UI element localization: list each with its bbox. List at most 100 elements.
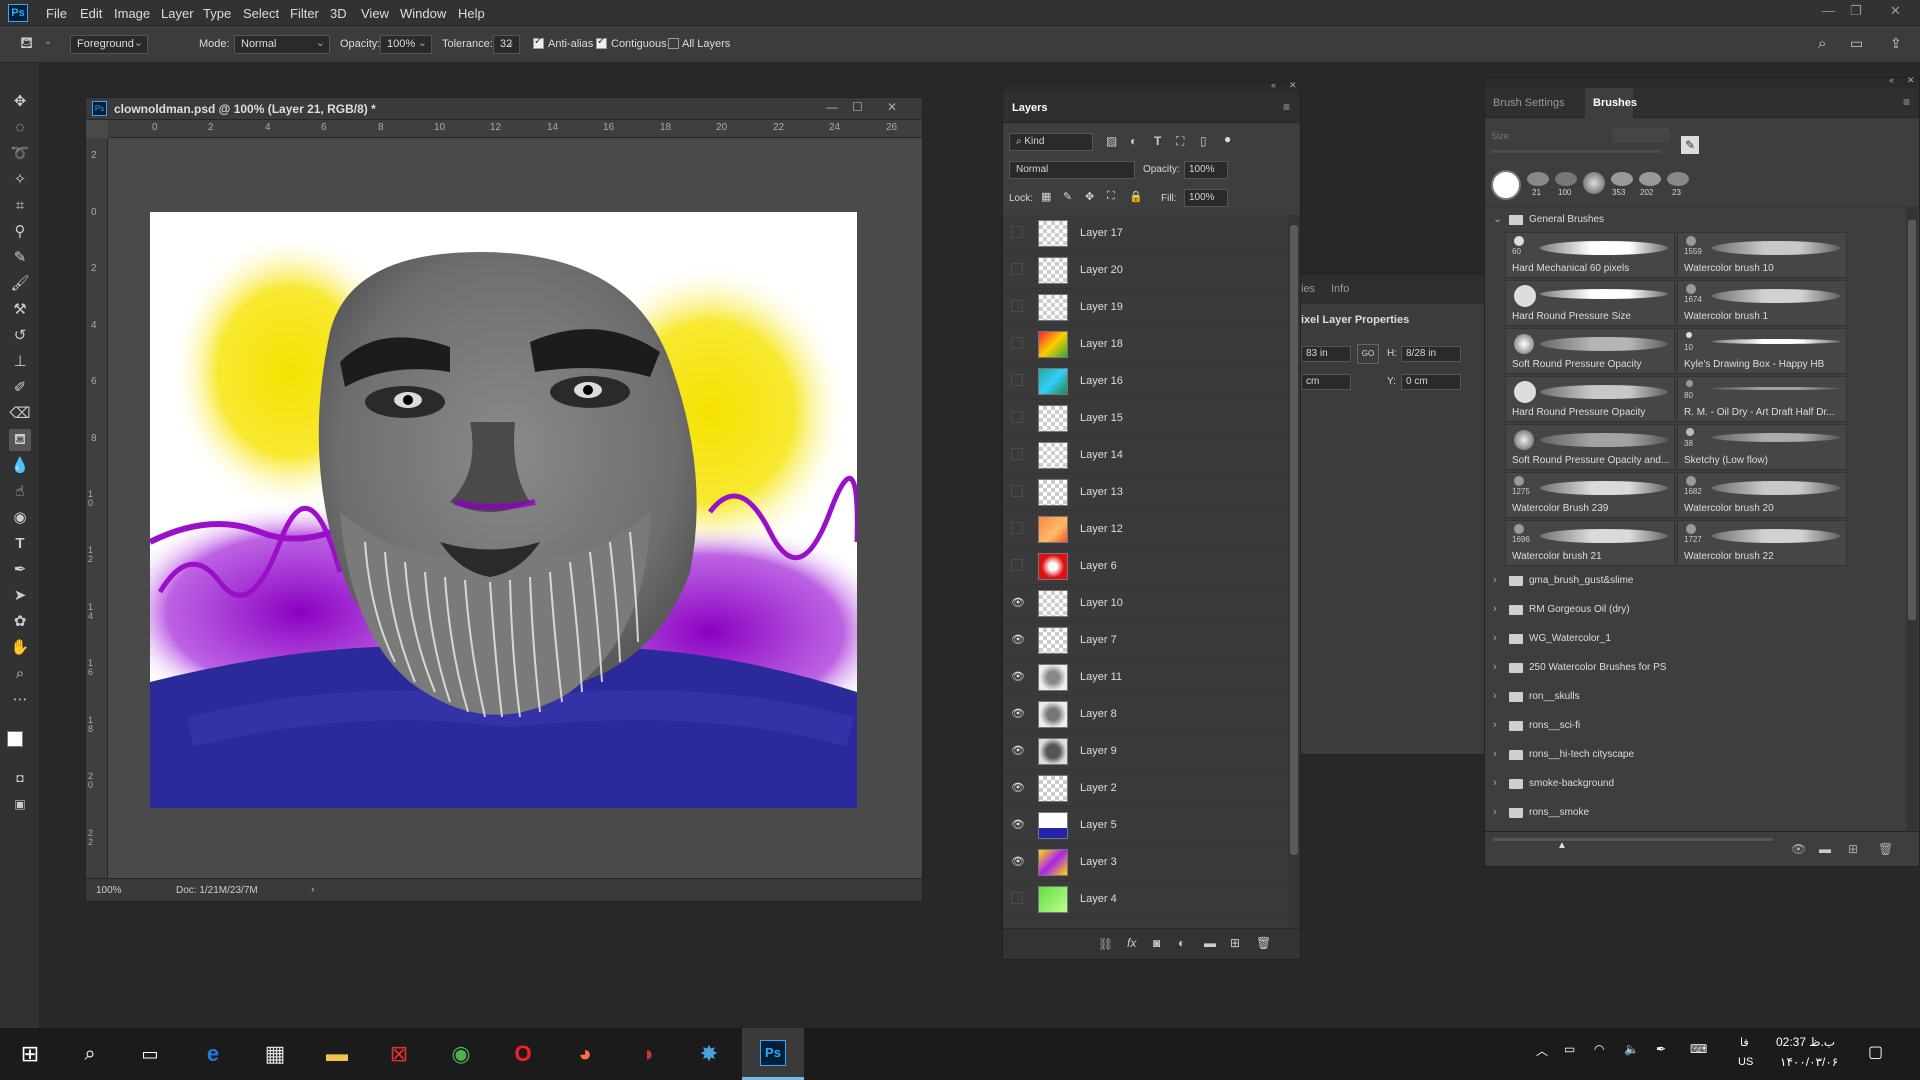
slider-handle-icon[interactable]: ▲ [1557,840,1567,851]
hand-tool-icon[interactable]: ✋ [9,637,31,659]
layer-row[interactable]: Layer 4 [1003,881,1288,918]
brush-folder[interactable]: › WG_Watercolor_1 [1485,625,1903,654]
filter-type-icon[interactable]: T [1154,134,1161,148]
brush-item[interactable]: 1727 Watercolor brush 22 [1677,520,1847,566]
type-tool-icon[interactable]: T [9,533,31,555]
fill-source-select[interactable]: Foreground [70,35,148,54]
language-top[interactable]: فا [1740,1036,1749,1049]
doc-maximize-icon[interactable]: ☐ [852,100,863,114]
eyedropper-tool-icon[interactable]: ⚲ [9,221,31,243]
contiguous-checkbox[interactable] [596,36,607,49]
close-panel-icon[interactable]: ✕ [1289,80,1297,91]
paint-bucket-icon[interactable]: ⛾ [20,34,33,54]
new-group-icon[interactable]: ▬ [1204,936,1216,950]
chevron-right-icon[interactable]: › [1493,806,1497,818]
filter-toggle-icon[interactable]: ● [1224,132,1231,146]
layer-row[interactable]: Layer 20 [1003,252,1288,289]
visibility-toggle[interactable] [1011,448,1023,460]
language-bottom[interactable]: US [1738,1056,1753,1068]
lock-pixels-icon[interactable]: ✎ [1063,190,1072,203]
visibility-toggle[interactable] [1011,411,1023,423]
fill-input[interactable]: 100% [1184,189,1228,207]
add-mask-icon[interactable]: ◙ [1153,936,1160,950]
all-layers-checkbox[interactable] [668,38,679,49]
menu-type[interactable]: Type [203,6,231,21]
panel-menu-icon[interactable]: ≡ [1283,100,1290,114]
width-input[interactable]: 83 in [1301,346,1351,362]
visibility-toggle[interactable] [1011,522,1023,534]
edge-icon[interactable]: e [197,1038,229,1070]
eye-icon[interactable]: 👁 [1011,744,1025,758]
chevron-right-icon[interactable]: › [1493,690,1497,702]
layer-opacity-input[interactable]: 100% [1184,161,1228,179]
quick-mask-icon[interactable]: ◘ [9,767,31,789]
opera-icon[interactable]: O [507,1038,539,1070]
notification-icon[interactable]: ▢ [1868,1042,1883,1062]
link-icon[interactable]: GO [1357,344,1379,364]
tab-properties[interactable]: ies [1301,283,1315,295]
foreground-color-swatch[interactable] [7,731,23,747]
visibility-toggle[interactable] [1011,263,1023,275]
brush-folder[interactable]: › rons__smoke [1485,799,1903,828]
clock-time[interactable]: 02:37 ب.ظ [1776,1035,1835,1049]
tab-brushes[interactable]: Brushes [1593,97,1637,109]
eye-icon[interactable]: 👁 [1011,818,1025,832]
shape-tool-icon[interactable]: ✿ [9,611,31,633]
brush-item[interactable]: 10 Kyle's Drawing Box - Happy HB [1677,328,1847,374]
layer-row[interactable]: Layer 15 [1003,400,1288,437]
layer-row[interactable]: Layer 19 [1003,289,1288,326]
paint-bucket-tool-icon[interactable]: ⛾ [9,429,31,451]
brush-folder[interactable]: › rons__hi-tech cityscape [1485,741,1903,770]
menu-layer[interactable]: Layer [161,6,194,21]
layer-row[interactable]: 👁 Layer 5 [1003,807,1288,844]
chevron-down-icon[interactable]: ⌄ [1493,212,1502,225]
brush-item[interactable]: Soft Round Pressure Opacity [1505,328,1675,374]
delete-brush-icon[interactable]: 🗑 [1878,842,1893,856]
visibility-toggle[interactable] [1011,374,1023,386]
recent-brush-swatch[interactable] [1639,172,1661,186]
wifi-icon[interactable]: ◠ [1594,1042,1604,1056]
opacity-input[interactable]: 100% [380,35,432,54]
preview-size-slider[interactable] [1493,838,1773,841]
brush-folder[interactable]: › smoke-background [1485,770,1903,799]
smudge-tool-icon[interactable]: ☝ [9,481,31,503]
chevron-down-icon[interactable]: ⌄ [44,36,52,47]
brush-tool-icon[interactable]: 🖌 [9,273,31,295]
crop-tool-icon[interactable]: ⌗ [9,195,31,217]
filter-smart-object-icon[interactable]: ▯ [1200,134,1207,148]
lock-transparent-icon[interactable]: ▦ [1041,190,1051,203]
zoom-level[interactable]: 100% [96,885,122,896]
minimize-icon[interactable]: — [1822,3,1835,18]
layer-row[interactable]: 👁 Layer 2 [1003,770,1288,807]
layer-row[interactable]: Layer 17 [1003,215,1288,252]
battery-icon[interactable]: ▭ [1564,1042,1575,1056]
photoshop-taskbar-button[interactable]: Ps [742,1028,804,1080]
search-icon[interactable]: ⌕ [1818,35,1826,52]
brush-item[interactable]: Soft Round Pressure Opacity and... [1505,424,1675,470]
recent-brush-swatch[interactable] [1611,172,1633,186]
height-input[interactable]: 8/28 in [1401,346,1461,362]
brush-item[interactable]: Hard Round Pressure Opacity [1505,376,1675,422]
brush-item[interactable]: 1275 Watercolor Brush 239 [1505,472,1675,518]
mixer-brush-tool-icon[interactable]: ✐ [9,377,31,399]
file-explorer-icon[interactable]: ▬ [321,1038,353,1070]
menu-filter[interactable]: Filter [290,6,319,21]
pen-tool-icon[interactable]: ✒ [9,559,31,581]
eraser-tool-icon[interactable]: ⌫ [9,403,31,425]
stamp-tool-icon[interactable]: ⊥ [9,351,31,373]
new-layer-icon[interactable]: ⊞ [1230,936,1240,950]
doc-close-icon[interactable]: ✕ [887,100,897,114]
restore-icon[interactable]: ❐ [1850,3,1862,19]
tab-layers[interactable]: Layers [1012,102,1047,114]
adjustment-layer-icon[interactable]: ◐ [1178,936,1185,950]
visibility-toggle[interactable] [1011,892,1023,904]
brush-folder[interactable]: › 250 Watercolor Brushes for PS [1485,654,1903,683]
brush-item[interactable]: 1682 Watercolor brush 20 [1677,472,1847,518]
app-icon[interactable]: ⊠ [383,1038,415,1070]
layer-filter-select[interactable]: ⌕ Kind [1009,133,1093,151]
menu-select[interactable]: Select [243,6,279,21]
visibility-toggle[interactable] [1011,485,1023,497]
media-app-icon[interactable]: ◑ [631,1038,663,1070]
more-tools-icon[interactable]: ⋯ [9,689,31,711]
layer-row[interactable]: 👁 Layer 9 [1003,733,1288,770]
